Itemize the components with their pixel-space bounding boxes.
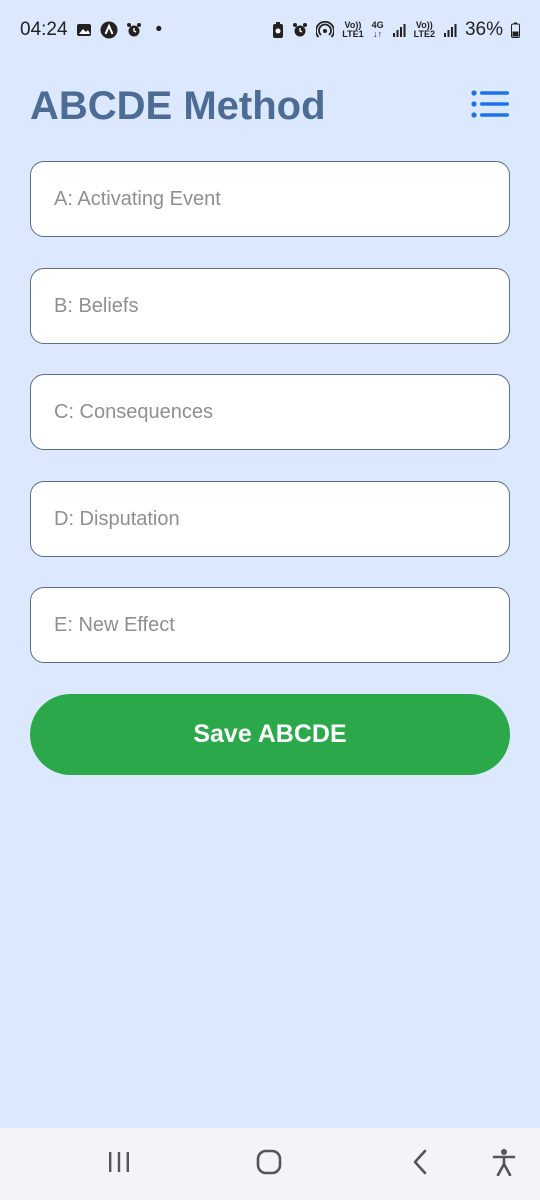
consequences-field[interactable] [30,374,510,450]
gallery-icon [76,22,92,38]
volte2-indicator: Vo)) LTE2 [413,20,435,39]
accessibility-button[interactable] [486,1146,522,1182]
status-time: 04:24 [20,19,68,40]
signal-icon [443,23,457,37]
signal-icon [392,23,406,37]
alarm-icon [292,22,308,38]
home-button[interactable] [251,1146,287,1182]
app-header: ABCDE Method [30,78,510,134]
status-bar-left: 04:24 • [20,19,162,41]
save-abcde-button[interactable]: Save ABCDE [30,694,510,775]
disputation-field[interactable] [30,481,510,557]
volte1-indicator: Vo)) LTE1 [342,20,364,39]
activating-event-field[interactable] [30,161,510,237]
status-bar-right: Vo)) LTE1 4G ↓↑ Vo)) LTE2 36% [272,19,520,41]
new-effect-field[interactable] [30,587,510,663]
home-icon [256,1149,282,1180]
recents-icon [107,1151,131,1178]
app-icon [100,21,118,39]
alarm-icon [126,22,142,38]
status-bar: 04:24 • Vo)) LTE1 4G ↓↑ Vo)) LTE2 36% [0,0,540,60]
menu-button[interactable] [470,86,510,126]
beliefs-field[interactable] [30,268,510,344]
network-type-indicator: 4G ↓↑ [371,20,384,39]
system-nav-bar [0,1128,540,1200]
list-menu-icon [471,89,509,123]
battery-percent: 36% [464,19,503,40]
back-button[interactable] [402,1146,438,1182]
hotspot-icon [316,21,335,39]
battery-saver-icon [272,21,284,39]
status-dot: • [155,19,163,40]
accessibility-icon [492,1148,516,1181]
battery-icon [511,22,520,38]
page-title: ABCDE Method [30,83,326,128]
back-icon [411,1149,429,1180]
recents-button[interactable] [101,1146,137,1182]
